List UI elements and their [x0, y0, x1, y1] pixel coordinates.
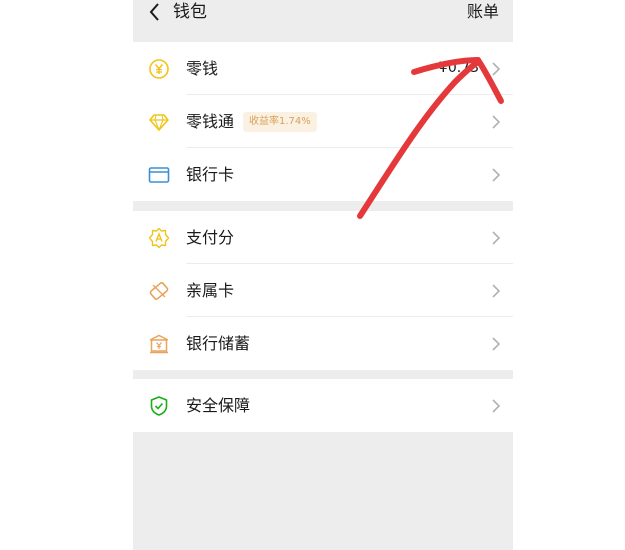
list-item-bank-card[interactable]: 银行卡 [133, 148, 513, 201]
list-item-label: 安全保障 [186, 396, 251, 415]
list-item-label: 零钱 [186, 59, 219, 78]
bill-button[interactable]: 账单 [467, 0, 499, 24]
family-card-icon [148, 280, 170, 302]
bank-card-icon [148, 164, 170, 186]
wallet-group-1: 零钱 ¥0.73 零钱通 收益率1.74% 银行卡 [133, 42, 513, 201]
chevron-right-icon [491, 336, 501, 352]
chevron-right-icon [491, 230, 501, 246]
balance-amount: ¥0.73 [438, 60, 479, 76]
list-item-lingqiantong[interactable]: 零钱通 收益率1.74% [133, 95, 513, 148]
chevron-right-icon [491, 398, 501, 414]
list-item-label: 银行卡 [186, 165, 235, 184]
page-title: 钱包 [173, 2, 207, 22]
list-item-label: 支付分 [186, 228, 235, 247]
wallet-group-3: 安全保障 [133, 379, 513, 432]
list-item-label: 零钱通 [186, 112, 235, 131]
list-item-label: 亲属卡 [186, 281, 235, 300]
wallet-screen: 钱包 账单 零钱 ¥0.73 零钱通 收益率1.74% 银行卡 支付分 亲属卡 … [133, 0, 513, 550]
chevron-right-icon [491, 61, 501, 77]
chevron-right-icon [491, 114, 501, 130]
bank-savings-icon [148, 333, 170, 355]
diamond-icon [148, 111, 170, 133]
list-item-label: 银行储蓄 [186, 334, 251, 353]
list-item-bank-savings[interactable]: 银行储蓄 [133, 317, 513, 370]
list-item-payment-score[interactable]: 支付分 [133, 211, 513, 264]
chevron-right-icon [491, 167, 501, 183]
yuan-coin-icon [148, 58, 170, 80]
yield-rate-badge: 收益率1.74% [243, 112, 317, 132]
list-item-family-card[interactable]: 亲属卡 [133, 264, 513, 317]
list-item-change[interactable]: 零钱 ¥0.73 [133, 42, 513, 95]
chevron-right-icon [491, 283, 501, 299]
wallet-group-2: 支付分 亲属卡 银行储蓄 [133, 211, 513, 370]
shield-check-icon [148, 395, 170, 417]
header-bar: 钱包 账单 [133, 0, 513, 40]
chevron-left-icon[interactable] [143, 0, 167, 24]
badge-a-icon [148, 227, 170, 249]
list-item-security[interactable]: 安全保障 [133, 379, 513, 432]
